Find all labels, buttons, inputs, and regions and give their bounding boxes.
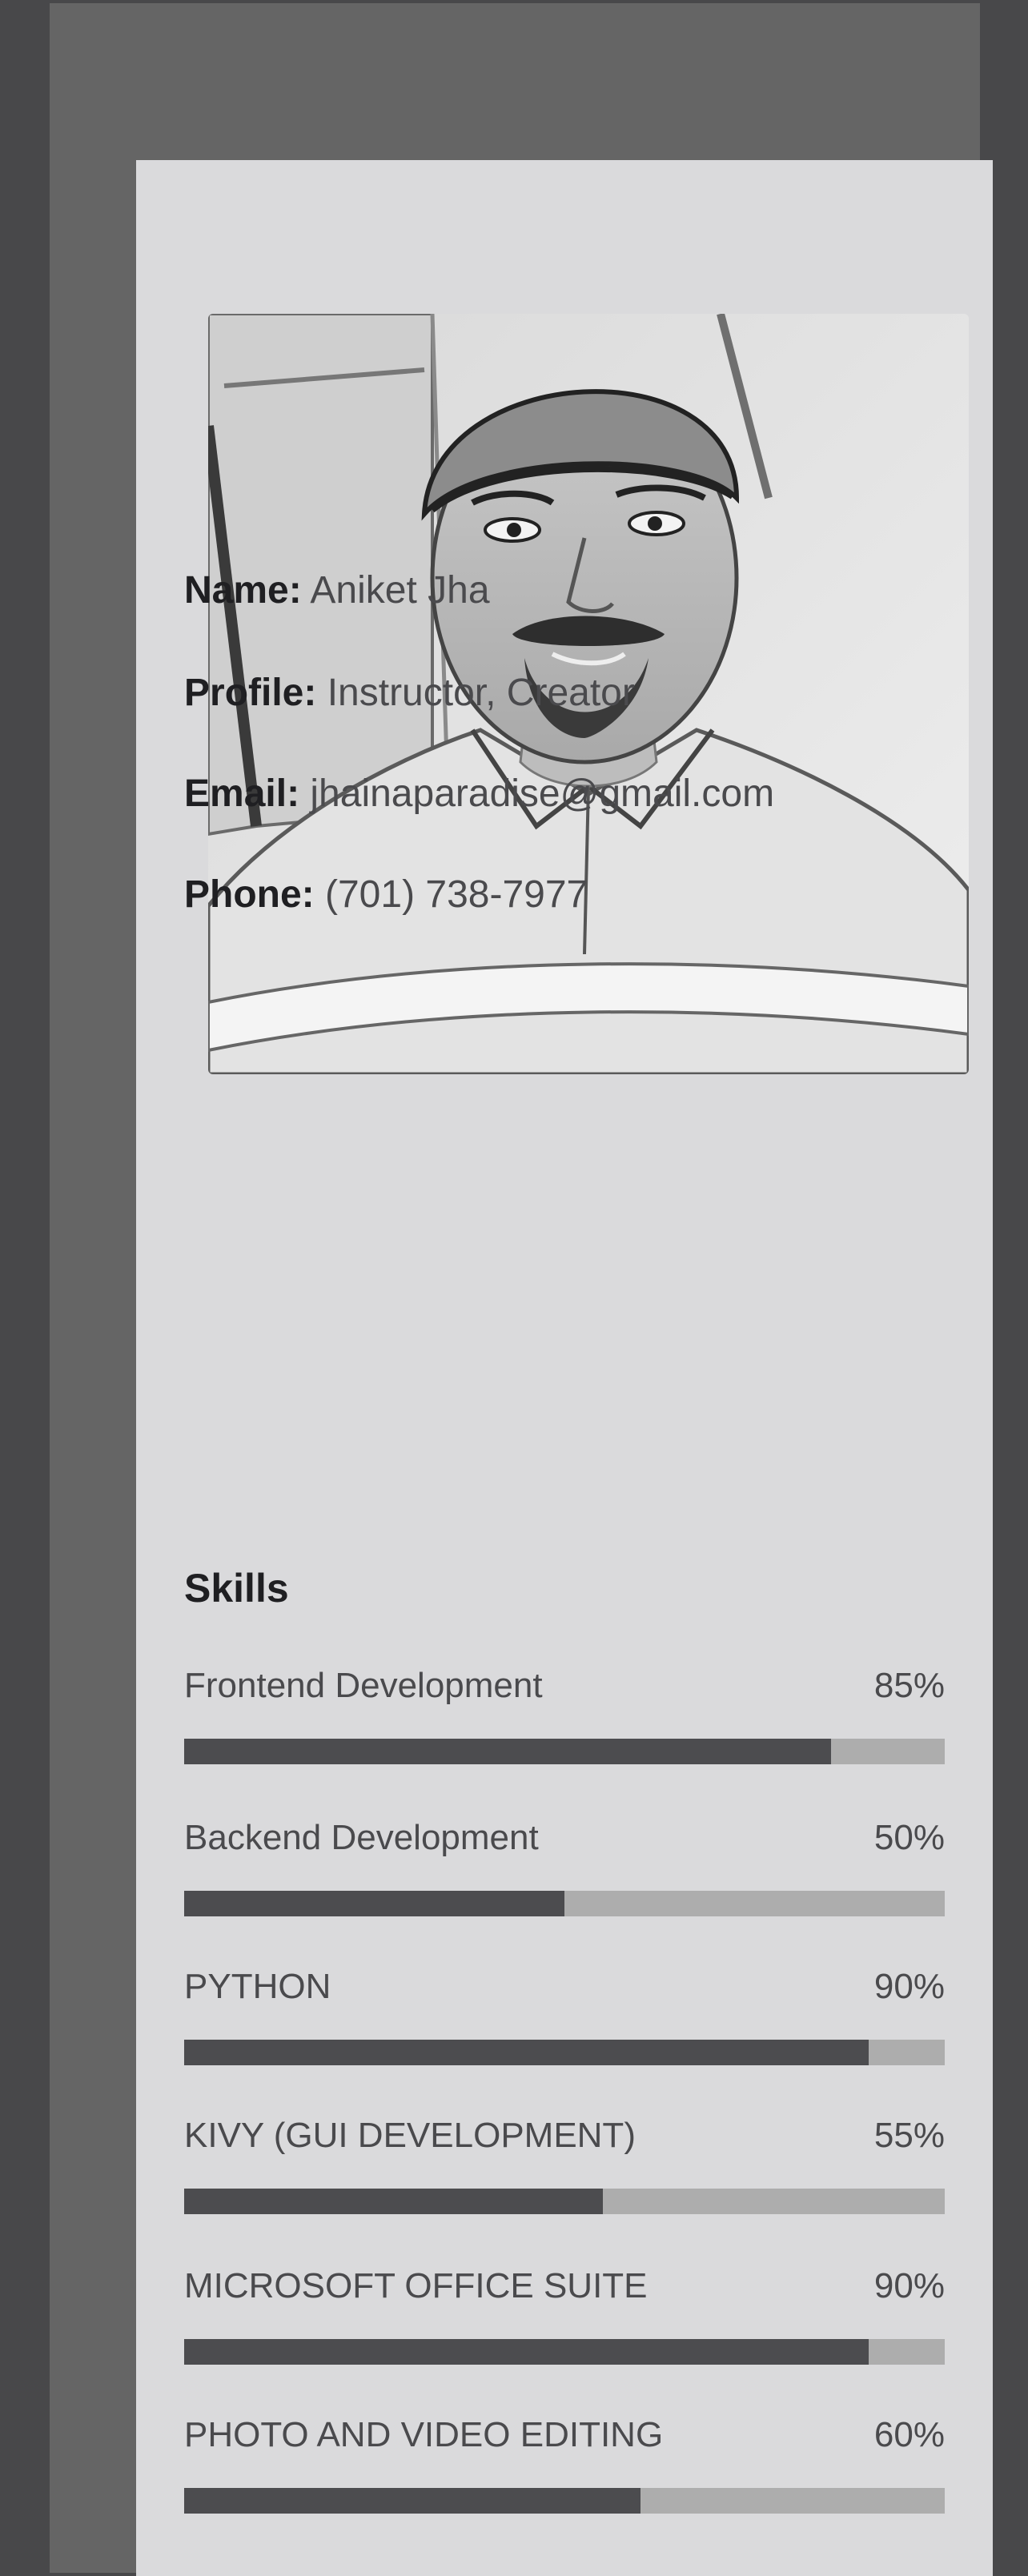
name-row: Name: Aniket Jha	[184, 567, 490, 615]
skill-name: Frontend Development	[184, 1666, 543, 1705]
skill-name: PYTHON	[184, 1967, 331, 2006]
profile-value: Instructor, Creator	[327, 672, 635, 714]
skill-progress-track	[184, 2040, 945, 2065]
email-value: jhainaparadise@gmail.com	[310, 772, 775, 815]
skill-progress-track	[184, 2488, 945, 2514]
skill-item: MICROSOFT OFFICE SUITE 90%	[184, 2264, 945, 2376]
skill-item: PHOTO AND VIDEO EDITING 60%	[184, 2413, 945, 2525]
skill-name: Backend Development	[184, 1818, 539, 1857]
skill-progress-fill	[184, 2488, 640, 2514]
skill-progress-fill	[184, 1739, 831, 1764]
skill-progress-fill	[184, 2339, 869, 2365]
skill-progress-fill	[184, 2189, 603, 2214]
skill-item: KIVY (GUI DEVELOPMENT) 55%	[184, 2113, 945, 2225]
skill-item: PYTHON 90%	[184, 1964, 945, 2076]
skill-percent: 50%	[873, 1818, 945, 1857]
skills-heading: Skills	[184, 1566, 289, 1611]
skill-progress-fill	[184, 2040, 869, 2065]
phone-row: Phone: (701) 738-7977	[184, 871, 588, 919]
email-row: Email: jhainaparadise@gmail.com	[184, 770, 774, 818]
name-value: Aniket Jha	[310, 569, 490, 612]
profile-card: Name: Aniket Jha Profile: Instructor, Cr…	[136, 160, 993, 2576]
page-panel: Name: Aniket Jha Profile: Instructor, Cr…	[50, 3, 993, 2576]
skill-progress-track	[184, 1891, 945, 1916]
skill-progress-track	[184, 1739, 945, 1764]
profile-row: Profile: Instructor, Creator	[184, 669, 635, 717]
phone-value: (701) 738-7977	[325, 873, 588, 916]
skill-percent: 60%	[873, 2415, 945, 2454]
skill-percent: 90%	[873, 2266, 945, 2305]
skill-progress-fill	[184, 1891, 564, 1916]
skill-item: Frontend Development 85%	[184, 1663, 945, 1776]
skill-name: MICROSOFT OFFICE SUITE	[184, 2266, 648, 2305]
skill-item: Backend Development 50%	[184, 1816, 945, 1928]
skill-name: PHOTO AND VIDEO EDITING	[184, 2415, 664, 2454]
profile-label: Profile:	[184, 672, 317, 714]
skill-progress-track	[184, 2189, 945, 2214]
skill-percent: 90%	[873, 1967, 945, 2006]
name-label: Name:	[184, 569, 302, 612]
phone-label: Phone:	[184, 873, 315, 916]
skill-progress-track	[184, 2339, 945, 2365]
email-label: Email:	[184, 772, 300, 815]
skill-percent: 55%	[873, 2116, 945, 2155]
skill-percent: 85%	[873, 1666, 945, 1705]
skill-name: KIVY (GUI DEVELOPMENT)	[184, 2116, 636, 2155]
